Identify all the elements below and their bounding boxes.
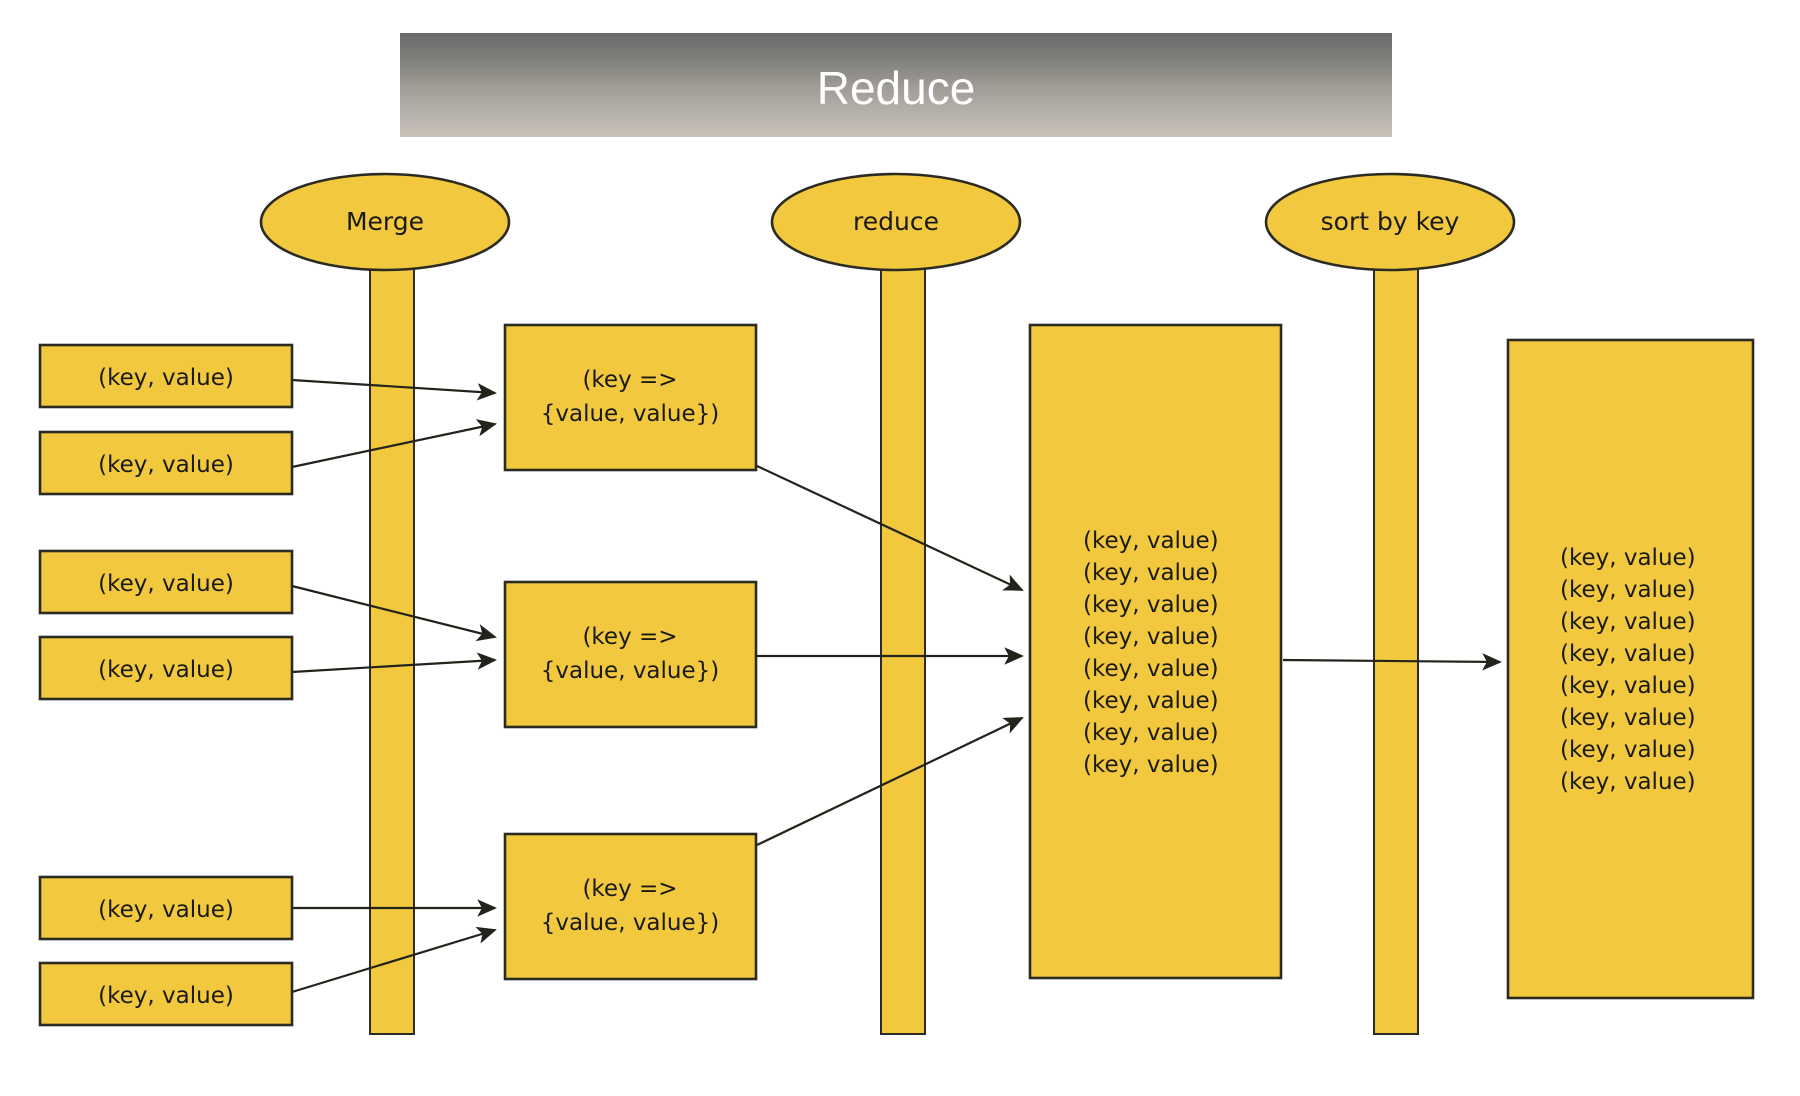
reduce-flow-diagram: Reduce Merge reduce sort by key (key, va… xyxy=(38,33,1755,1035)
reduced-output-line-1: (key, value) xyxy=(1083,528,1219,554)
input-pair-3[interactable]: (key, value) xyxy=(38,549,294,615)
stem-reduce xyxy=(880,221,926,1035)
connector-reduced-to-sorted xyxy=(1282,653,1502,671)
reduced-output-line-3: (key, value) xyxy=(1083,592,1219,618)
sorted-output-line-3: (key, value) xyxy=(1560,609,1696,635)
sorted-output-line-8: (key, value) xyxy=(1560,769,1696,795)
merged-group-1-line2: {value, value}) xyxy=(541,401,720,427)
merged-group-2[interactable]: (key => {value, value}) xyxy=(503,580,758,729)
merged-group-1[interactable]: (key => {value, value}) xyxy=(503,323,758,472)
input-pair-1-label: (key, value) xyxy=(98,365,234,391)
input-pair-2[interactable]: (key, value) xyxy=(38,430,294,496)
input-pair-5-label: (key, value) xyxy=(98,897,234,923)
merged-group-1-box[interactable] xyxy=(503,323,758,472)
input-pair-6[interactable]: (key, value) xyxy=(38,961,294,1027)
reduced-output[interactable]: (key, value) (key, value) (key, value) (… xyxy=(1028,323,1283,980)
reduced-output-line-5: (key, value) xyxy=(1083,656,1219,682)
reduced-output-line-7: (key, value) xyxy=(1083,720,1219,746)
sorted-output-line-7: (key, value) xyxy=(1560,737,1696,763)
input-pair-4[interactable]: (key, value) xyxy=(38,635,294,701)
reduced-output-line-6: (key, value) xyxy=(1083,688,1219,714)
stage-sort-by-key[interactable]: sort by key xyxy=(1264,172,1516,272)
merged-group-3-line2: {value, value}) xyxy=(541,910,720,936)
reduced-output-line-8: (key, value) xyxy=(1083,752,1219,778)
merged-group-2-line1: (key => xyxy=(582,624,677,650)
sorted-output-line-5: (key, value) xyxy=(1560,673,1696,699)
sorted-output-box[interactable] xyxy=(1506,338,1755,1000)
stage-merge[interactable]: Merge xyxy=(259,172,511,272)
input-pair-1[interactable]: (key, value) xyxy=(38,343,294,409)
merged-group-3-box[interactable] xyxy=(503,832,758,981)
input-pair-5[interactable]: (key, value) xyxy=(38,875,294,941)
merged-group-2-box[interactable] xyxy=(503,580,758,729)
sorted-output[interactable]: (key, value) (key, value) (key, value) (… xyxy=(1506,338,1755,1000)
input-pair-2-label: (key, value) xyxy=(98,452,234,478)
title-banner: Reduce xyxy=(400,33,1392,137)
diagram-canvas: Reduce Merge reduce sort by key (key, va… xyxy=(0,0,1800,1096)
merged-group-3[interactable]: (key => {value, value}) xyxy=(503,832,758,981)
stage-sort-by-key-label: sort by key xyxy=(1321,207,1460,236)
input-pair-4-label: (key, value) xyxy=(98,657,234,683)
sorted-output-line-2: (key, value) xyxy=(1560,577,1696,603)
stage-merge-label: Merge xyxy=(346,207,424,236)
reduced-output-line-4: (key, value) xyxy=(1083,624,1219,650)
merged-group-3-line1: (key => xyxy=(582,876,677,902)
sorted-output-line-1: (key, value) xyxy=(1560,545,1696,571)
stage-reduce[interactable]: reduce xyxy=(770,172,1022,272)
merged-group-2-line2: {value, value}) xyxy=(541,658,720,684)
reduced-output-line-2: (key, value) xyxy=(1083,560,1219,586)
sorted-output-line-6: (key, value) xyxy=(1560,705,1696,731)
stem-merge xyxy=(369,221,415,1035)
input-pair-3-label: (key, value) xyxy=(98,571,234,597)
stage-reduce-label: reduce xyxy=(853,207,939,236)
reduced-output-box[interactable] xyxy=(1028,323,1283,980)
title-banner-label: Reduce xyxy=(817,62,976,114)
sorted-output-line-4: (key, value) xyxy=(1560,641,1696,667)
input-pair-6-label: (key, value) xyxy=(98,983,234,1009)
merged-group-1-line1: (key => xyxy=(582,367,677,393)
stem-sort-by-key xyxy=(1373,221,1419,1035)
